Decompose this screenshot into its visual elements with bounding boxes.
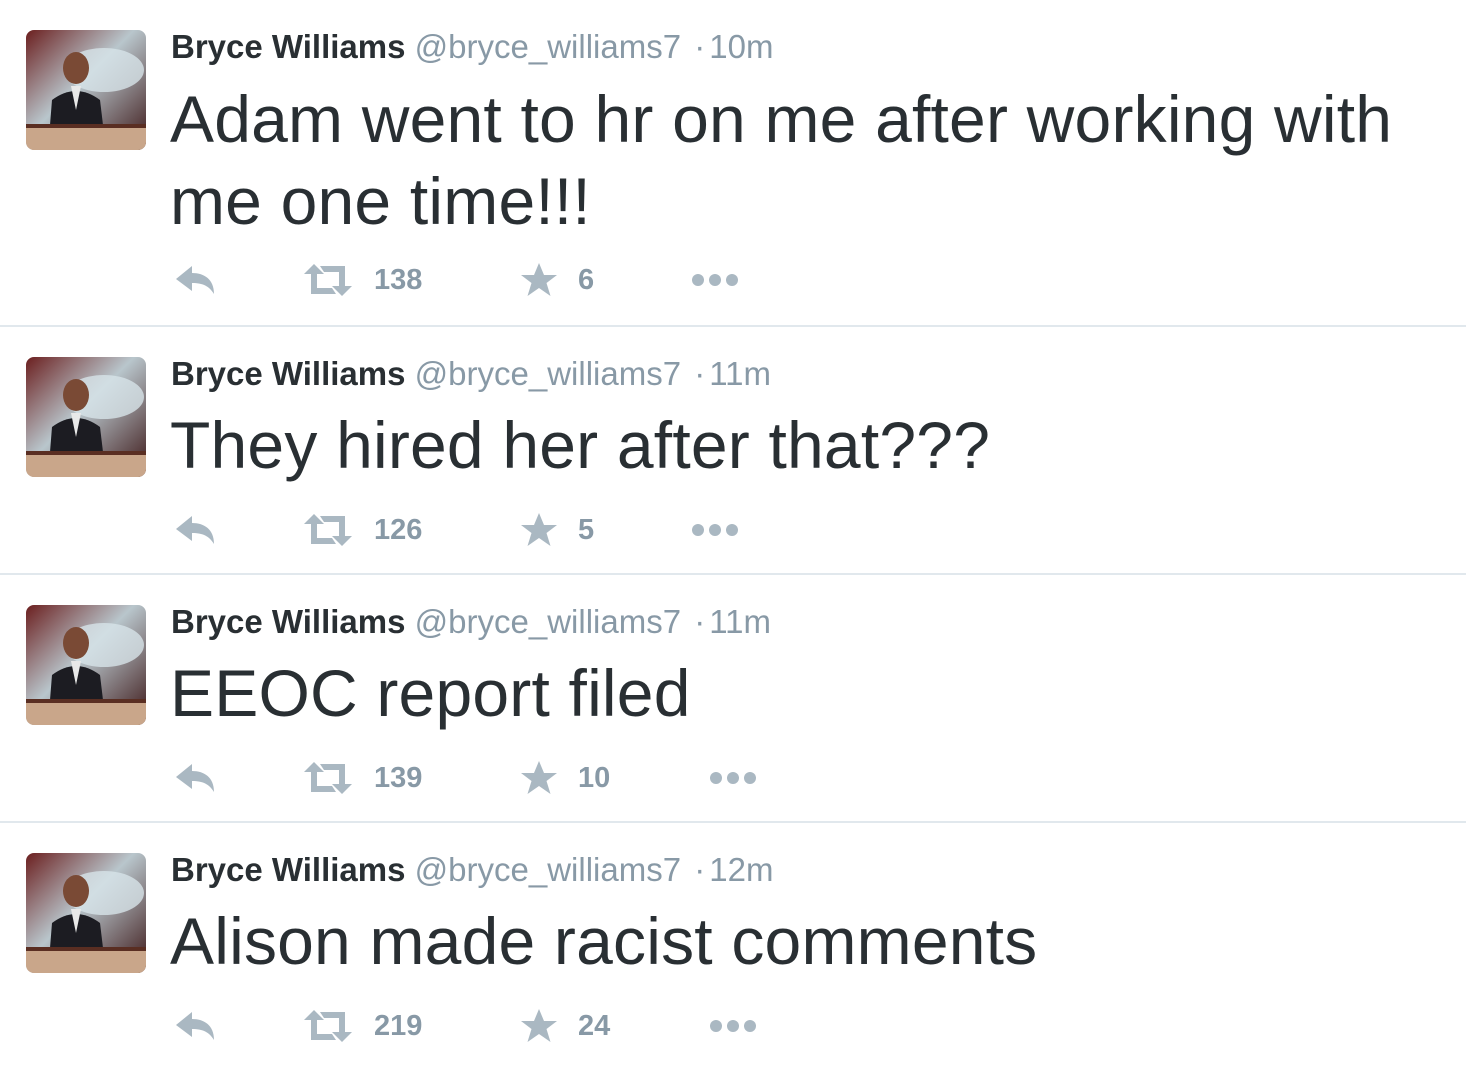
reply-button[interactable] xyxy=(172,756,218,800)
retweet-icon xyxy=(302,760,354,796)
author-handle[interactable]: @bryce_williams7 xyxy=(415,355,681,392)
more-button[interactable] xyxy=(708,1004,758,1048)
tweet-header: Bryce Williams @bryce_williams7 · 10m xyxy=(171,27,773,67)
retweet-button[interactable]: 126 xyxy=(302,508,422,552)
retweet-count: 138 xyxy=(374,264,423,296)
reply-icon xyxy=(172,760,218,796)
tweet-header: Bryce Williams @bryce_williams7 · 11m xyxy=(171,602,771,642)
favorite-count: 24 xyxy=(578,1010,611,1042)
retweet-count: 126 xyxy=(374,514,423,546)
tweet-header: Bryce Williams @bryce_williams7 · 12m xyxy=(171,850,773,890)
retweet-button[interactable]: 138 xyxy=(302,258,422,302)
author-handle[interactable]: @bryce_williams7 xyxy=(415,851,681,888)
star-icon xyxy=(520,1008,558,1044)
timestamp[interactable]: 10m xyxy=(709,28,773,65)
avatar[interactable] xyxy=(26,605,146,725)
favorite-count: 10 xyxy=(578,762,611,794)
retweet-icon xyxy=(302,512,354,548)
author-handle[interactable]: @bryce_williams7 xyxy=(415,603,681,640)
favorite-button[interactable]: 6 xyxy=(520,258,594,302)
favorite-count: 6 xyxy=(578,264,595,296)
tweet[interactable]: Bryce Williams @bryce_williams7 · 10m Ada… xyxy=(0,0,1466,296)
reply-icon xyxy=(172,1008,218,1044)
retweet-icon xyxy=(302,1008,354,1044)
tweet-text: Adam went to hr on me after working with… xyxy=(170,82,1393,238)
more-dots-icon xyxy=(690,272,740,288)
separator: · xyxy=(694,355,706,392)
separator: · xyxy=(694,28,706,65)
tweet-header: Bryce Williams @bryce_williams7 · 11m xyxy=(171,354,771,394)
reply-icon xyxy=(172,512,218,548)
author-name[interactable]: Bryce Williams xyxy=(171,28,405,65)
retweet-icon xyxy=(302,262,354,298)
favorite-button[interactable]: 24 xyxy=(520,1004,610,1048)
retweet-count: 139 xyxy=(374,762,423,794)
more-dots-icon xyxy=(708,1018,758,1034)
tweet[interactable]: Bryce Williams @bryce_williams7 · 11m EEO… xyxy=(0,575,1466,823)
more-dots-icon xyxy=(708,770,758,786)
author-name[interactable]: Bryce Williams xyxy=(171,603,405,640)
retweet-count: 219 xyxy=(374,1010,423,1042)
tweet-text: Alison made racist comments xyxy=(170,904,1038,978)
retweet-button[interactable]: 219 xyxy=(302,1004,422,1048)
star-icon xyxy=(520,262,558,298)
star-icon xyxy=(520,512,558,548)
more-button[interactable] xyxy=(690,258,740,302)
tweet[interactable]: Bryce Williams @bryce_williams7 · 11m The… xyxy=(0,327,1466,575)
favorite-button[interactable]: 10 xyxy=(520,756,610,800)
favorite-button[interactable]: 5 xyxy=(520,508,594,552)
retweet-button[interactable]: 139 xyxy=(302,756,422,800)
reply-icon xyxy=(172,262,218,298)
author-name[interactable]: Bryce Williams xyxy=(171,355,405,392)
star-icon xyxy=(520,760,558,796)
tweet-feed: Bryce Williams @bryce_williams7 · 10m Ada… xyxy=(0,0,1466,1058)
avatar[interactable] xyxy=(26,853,146,973)
more-button[interactable] xyxy=(690,508,740,552)
author-handle[interactable]: @bryce_williams7 xyxy=(415,28,681,65)
avatar[interactable] xyxy=(26,30,146,150)
timestamp[interactable]: 11m xyxy=(709,603,771,640)
more-dots-icon xyxy=(690,522,740,538)
avatar[interactable] xyxy=(26,357,146,477)
reply-button[interactable] xyxy=(172,258,218,302)
favorite-count: 5 xyxy=(578,514,595,546)
author-name[interactable]: Bryce Williams xyxy=(171,851,405,888)
reply-button[interactable] xyxy=(172,1004,218,1048)
more-button[interactable] xyxy=(708,756,758,800)
tweet-text: EEOC report filed xyxy=(170,656,691,730)
separator: · xyxy=(694,851,706,888)
timestamp[interactable]: 11m xyxy=(709,355,771,392)
timestamp[interactable]: 12m xyxy=(709,851,773,888)
tweet-text: They hired her after that??? xyxy=(170,408,991,482)
separator: · xyxy=(694,603,706,640)
reply-button[interactable] xyxy=(172,508,218,552)
tweet[interactable]: Bryce Williams @bryce_williams7 · 12m Ali… xyxy=(0,823,1466,1071)
